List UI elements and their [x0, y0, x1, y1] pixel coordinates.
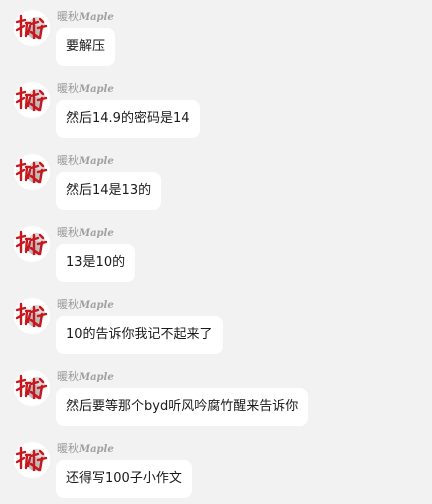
sender-name-en: Maple [79, 84, 114, 95]
avatar-icon[interactable] [14, 442, 50, 478]
avatar-icon[interactable] [14, 82, 50, 118]
avatar-icon[interactable] [14, 10, 50, 46]
sender-name-en: Maple [79, 444, 114, 455]
avatar-icon[interactable] [14, 226, 50, 262]
chat-message: 暖秋Maple 要解压 [0, 0, 432, 72]
avatar-icon[interactable] [14, 154, 50, 190]
chat-message: 暖秋Maple 然后14是13的 [0, 144, 432, 216]
sender-name-en: Maple [79, 228, 114, 239]
sender-name-en: Maple [79, 300, 114, 311]
sender-name: 暖秋Maple [57, 298, 114, 312]
message-bubble[interactable]: 然后14是13的 [56, 172, 162, 210]
sender-name-cn: 暖秋 [57, 298, 79, 311]
sender-name: 暖秋Maple [57, 442, 114, 456]
sender-name-cn: 暖秋 [57, 442, 79, 455]
chat-message: 暖秋Maple 10的告诉你我记不起来了 [0, 288, 432, 360]
chat-message: 暖秋Maple 13是10的 [0, 216, 432, 288]
sender-name-en: Maple [79, 156, 114, 167]
sender-name-cn: 暖秋 [57, 370, 79, 383]
message-bubble[interactable]: 然后要等那个byd听风吟腐竹醒来告诉你 [56, 388, 309, 426]
sender-name-cn: 暖秋 [57, 154, 79, 167]
chat-message-list: 暖秋Maple 要解压 暖秋Maple 然后14.9的密码是14 暖秋Maple… [0, 0, 432, 498]
chat-message: 暖秋Maple 然后14.9的密码是14 [0, 72, 432, 144]
message-bubble[interactable]: 13是10的 [56, 244, 136, 282]
sender-name: 暖秋Maple [57, 154, 114, 168]
sender-name: 暖秋Maple [57, 370, 114, 384]
sender-name-cn: 暖秋 [57, 10, 79, 23]
chat-message: 暖秋Maple 然后要等那个byd听风吟腐竹醒来告诉你 [0, 360, 432, 432]
sender-name-en: Maple [79, 12, 114, 23]
chat-message: 暖秋Maple 还得写100子小作文 [0, 432, 432, 504]
message-bubble[interactable]: 10的告诉你我记不起来了 [56, 316, 223, 354]
sender-name-cn: 暖秋 [57, 82, 79, 95]
message-bubble[interactable]: 要解压 [56, 28, 116, 66]
message-bubble[interactable]: 还得写100子小作文 [56, 460, 192, 498]
sender-name: 暖秋Maple [57, 226, 114, 240]
sender-name: 暖秋Maple [57, 82, 114, 96]
message-bubble[interactable]: 然后14.9的密码是14 [56, 100, 200, 138]
sender-name-en: Maple [79, 372, 114, 383]
sender-name-cn: 暖秋 [57, 226, 79, 239]
sender-name: 暖秋Maple [57, 10, 114, 24]
avatar-icon[interactable] [14, 370, 50, 406]
avatar-icon[interactable] [14, 298, 50, 334]
